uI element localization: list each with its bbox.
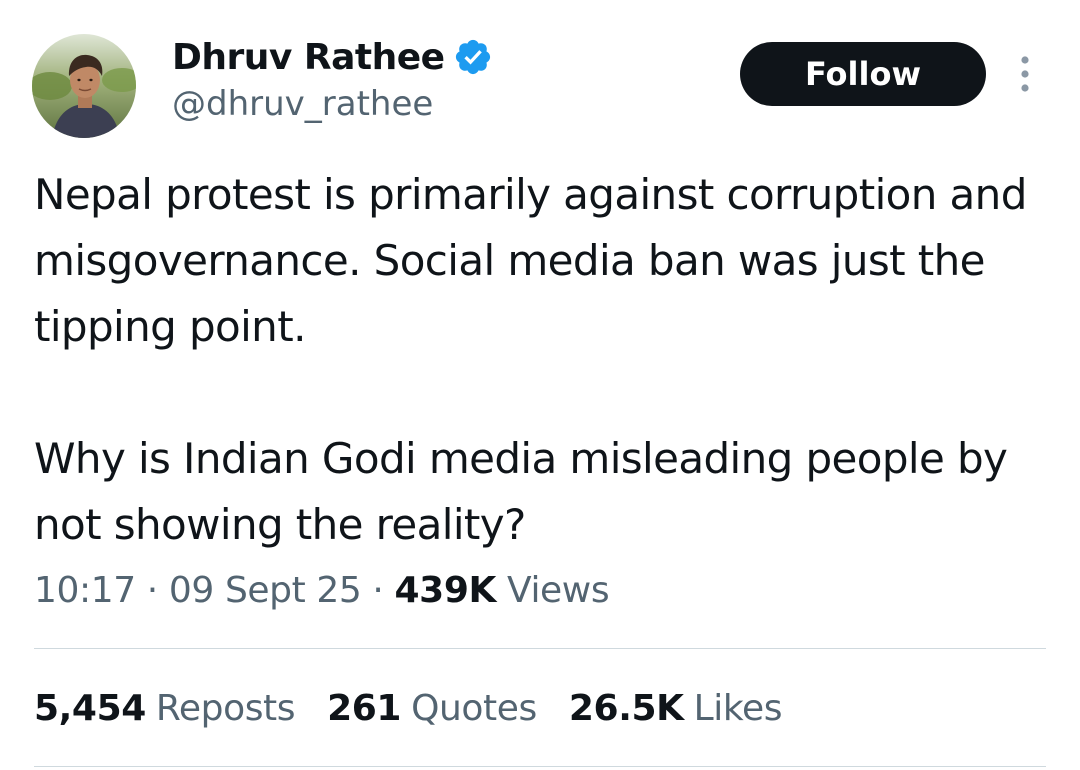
divider [34,766,1046,767]
follow-button[interactable]: Follow [740,42,986,106]
tweet-time[interactable]: 10:17 [34,570,136,611]
quotes-stat[interactable]: 261 Quotes [327,688,537,729]
reposts-label: Reposts [155,688,296,729]
meta-separator: · [146,570,158,611]
divider [34,648,1046,649]
quotes-count: 261 [327,688,402,729]
tweet-paragraph: Nepal protest is primarily against corru… [34,170,1027,351]
tweet-paragraph: Why is Indian Godi media misleading peop… [34,434,1008,549]
reposts-count: 5,454 [34,688,146,729]
verified-badge-icon [455,39,490,75]
reposts-stat[interactable]: 5,454 Reposts [34,688,296,729]
user-handle[interactable]: @dhruv_rathee [172,84,433,124]
meta-separator: · [372,570,384,611]
likes-label: Likes [693,688,783,729]
likes-count: 26.5K [568,688,684,729]
tweet-date[interactable]: 09 Sept 25 [169,570,362,611]
likes-stat[interactable]: 26.5K Likes [568,688,783,729]
tweet-meta: 10:17 · 09 Sept 25 · 439K Views [34,570,610,611]
avatar[interactable] [32,34,136,138]
avatar-image [32,34,136,138]
display-name-row[interactable]: Dhruv Rathee [172,34,493,80]
engagement-stats: 5,454 Reposts 261 Quotes 26.5K Likes [34,688,814,729]
quotes-label: Quotes [411,688,537,729]
views-count[interactable]: 439K [395,570,497,611]
views-label[interactable]: Views [507,570,610,611]
display-name[interactable]: Dhruv Rathee [172,37,445,78]
tweet-text: Nepal protest is primarily against corru… [34,162,1054,558]
more-options-icon[interactable] [1012,52,1038,96]
